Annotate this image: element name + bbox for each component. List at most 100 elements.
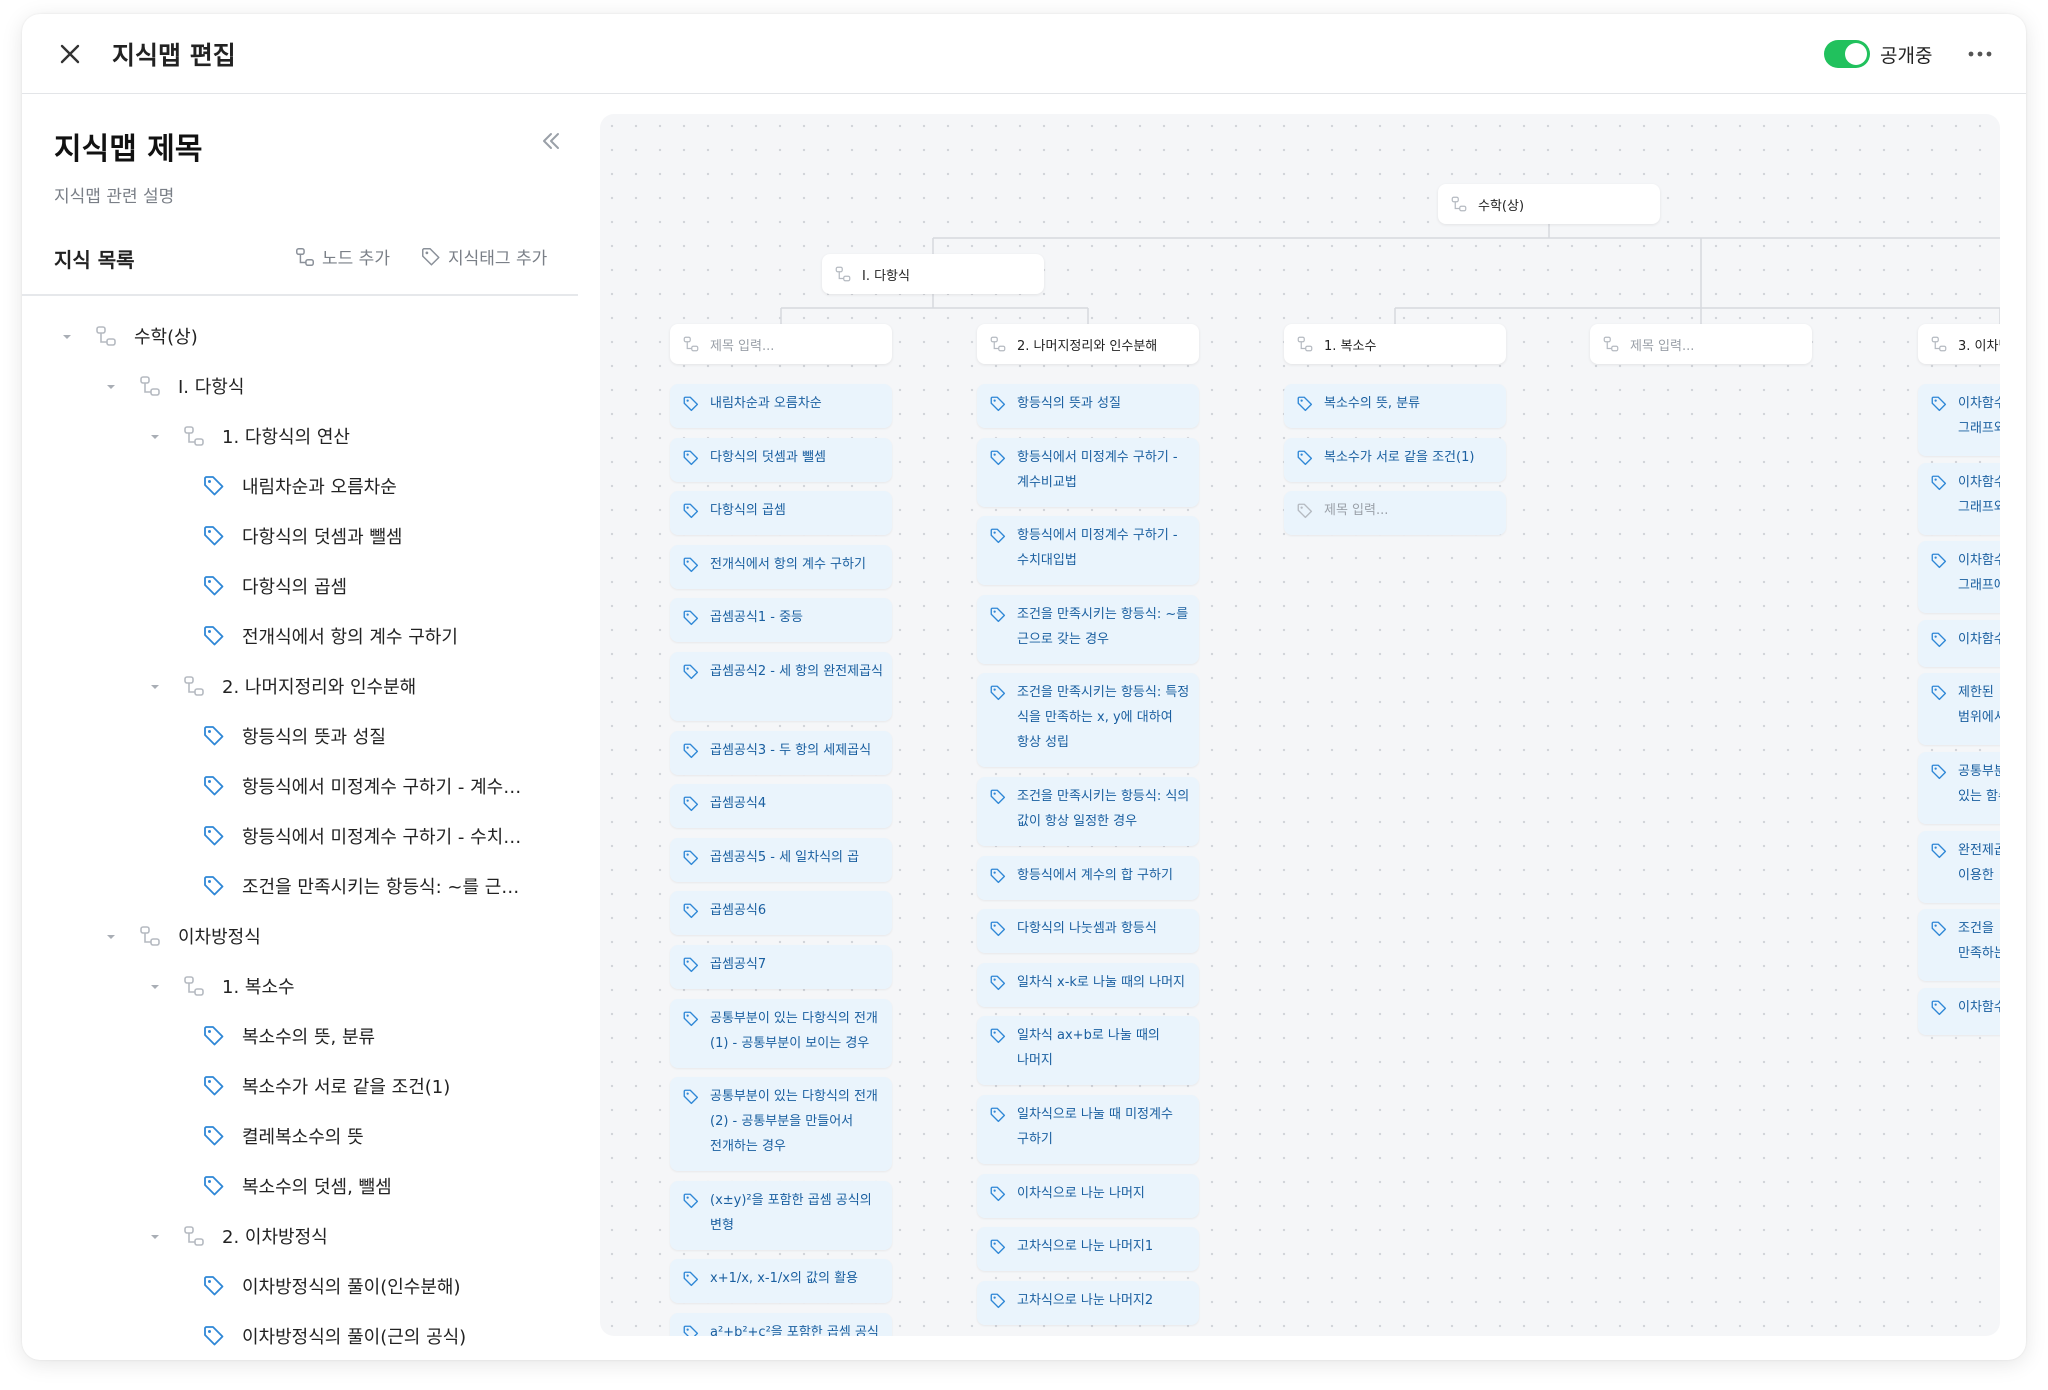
tree-tag-item[interactable]: 복소수가 서로 같을 조건(1) bbox=[22, 1066, 578, 1106]
mindmap-canvas[interactable]: 수학(상) I. 다항식제목 입력... 내림차순과 오름차순다항식의 덧셈과 뺄셈… bbox=[600, 114, 2000, 1336]
level1-node[interactable]: I. 다항식 bbox=[822, 254, 1044, 294]
knowledge-tag-chip[interactable]: 항등식에서 계수의 합 구하기 bbox=[977, 856, 1199, 900]
knowledge-tag-chip[interactable]: 제목 입력... bbox=[1284, 491, 1506, 535]
knowledge-tag-chip[interactable]: 조건을 만족시키는 항등식: 특정 식을 만족하는 x, y에 대하여 항상 성… bbox=[977, 673, 1199, 767]
map-description[interactable]: 지식맵 관련 설명 bbox=[54, 182, 174, 207]
knowledge-tag-chip[interactable]: 내림차순과 오름차순 bbox=[670, 384, 892, 428]
chevron-down-icon[interactable] bbox=[148, 429, 162, 443]
tree-node-item[interactable]: 2. 이차방정식 bbox=[22, 1216, 578, 1256]
tree-node-item[interactable]: 1. 복소수 bbox=[22, 966, 578, 1006]
chevron-down-icon[interactable] bbox=[148, 1229, 162, 1243]
tree-tag-item[interactable]: 켤레복소수의 뜻 bbox=[22, 1116, 578, 1156]
close-button[interactable] bbox=[52, 36, 88, 72]
chevron-down-icon[interactable] bbox=[148, 979, 162, 993]
chip-label: 제목 입력... bbox=[1324, 503, 1389, 518]
chevron-down-icon[interactable] bbox=[104, 929, 118, 943]
knowledge-tag-chip[interactable]: 항등식의 뜻과 성질 bbox=[977, 384, 1199, 428]
knowledge-tag-chip[interactable]: 제한된 범위에서 이차함수의 최대·최소 bbox=[1918, 673, 2000, 745]
chevron-down-icon[interactable] bbox=[104, 379, 118, 393]
more-icon bbox=[1968, 51, 1992, 57]
column-header-node[interactable]: 1. 복소수 bbox=[1284, 324, 1506, 364]
column-header-node[interactable]: 제목 입력... bbox=[1590, 324, 1812, 364]
tree-node-item[interactable]: 1. 다항식의 연산 bbox=[22, 416, 578, 456]
tree-tag-item[interactable]: 항등식에서 미정계수 구하기 - 계수… bbox=[22, 766, 578, 806]
knowledge-tag-chip[interactable]: 완전제곱식을 이용한 이차식의 최대·최소 bbox=[1918, 831, 2000, 903]
tree-node-item[interactable]: 2. 나머지정리와 인수분해 bbox=[22, 666, 578, 706]
tree-tag-item[interactable]: 항등식에서 미정계수 구하기 - 수치… bbox=[22, 816, 578, 856]
chip-label: 곱셈공식5 - 세 일차식의 곱 bbox=[710, 850, 860, 865]
chip-label: 다항식의 나눗셈과 항등식 bbox=[1017, 921, 1157, 936]
knowledge-tag-chip[interactable]: 곱셈공식3 - 두 항의 세제곱식 bbox=[670, 731, 892, 775]
knowledge-tag-chip[interactable]: 다항식의 곱셈 bbox=[670, 491, 892, 535]
page-title: 지식맵 편집 bbox=[112, 41, 236, 70]
map-title[interactable]: 지식맵 제목 bbox=[54, 124, 202, 168]
tree-tag-item[interactable]: 이차방정식의 풀이(근의 공식) bbox=[22, 1316, 578, 1356]
knowledge-tag-chip[interactable]: 곱셈공식1 - 중등 bbox=[670, 598, 892, 642]
tree-tag-item[interactable]: 전개식에서 항의 계수 구하기 bbox=[22, 616, 578, 656]
knowledge-tag-chip[interactable]: 이차함수의 그래프에 접하는 직선의 방정식 bbox=[1918, 541, 2000, 613]
more-options-button[interactable] bbox=[1962, 36, 1998, 72]
tree-tag-item[interactable]: 이차방정식의 풀이(인수분해) bbox=[22, 1266, 578, 1306]
tree-node-item[interactable]: 이차방정식 bbox=[22, 916, 578, 956]
tree-item-label: 1. 다항식의 연산 bbox=[222, 427, 350, 448]
tree-node-item[interactable]: I. 다항식 bbox=[22, 366, 578, 406]
tree-tag-item[interactable]: 복소수의 뜻, 분류 bbox=[22, 1016, 578, 1056]
knowledge-tag-chip[interactable]: 복소수가 서로 같을 조건(1) bbox=[1284, 438, 1506, 482]
knowledge-tag-chip[interactable]: 곱셈공식6 bbox=[670, 891, 892, 935]
knowledge-tag-chip[interactable]: a²+b²+c²을 포함한 곱셈 공식 bbox=[670, 1313, 892, 1336]
knowledge-tag-chip[interactable]: 조건을 만족시키는 항등식: 식의 값이 항상 일정한 경우 bbox=[977, 777, 1199, 846]
tree-item-label: 조건을 만족시키는 항등식: ~를 근… bbox=[242, 877, 520, 898]
visibility-toggle[interactable] bbox=[1824, 40, 1870, 68]
column-header-node-label: 제목 입력... bbox=[1630, 338, 1695, 354]
column-header-node[interactable]: 제목 입력... bbox=[670, 324, 892, 364]
knowledge-tag-chip[interactable]: 전개식에서 항의 계수 구하기 bbox=[670, 545, 892, 589]
knowledge-tag-chip[interactable]: 일차식 ax+b로 나눌 때의 나머지 bbox=[977, 1016, 1199, 1085]
tree-node-item[interactable]: 수학(상) bbox=[22, 316, 578, 356]
tree-tag-item[interactable]: 복소수의 덧셈, 뺄셈 bbox=[22, 1166, 578, 1206]
knowledge-tag-chip[interactable]: 고차식으로 나눈 나머지1 bbox=[977, 1227, 1199, 1271]
tree-tag-item[interactable]: 조건을 만족시키는 항등식: ~를 근… bbox=[22, 866, 578, 906]
knowledge-tag-chip[interactable]: 다항식의 나눗셈과 항등식 bbox=[977, 909, 1199, 953]
knowledge-tag-chip[interactable]: 조건을 만족하는 이차식의 최대·최소 bbox=[1918, 909, 2000, 981]
knowledge-tag-chip[interactable]: 복소수의 뜻, 분류 bbox=[1284, 384, 1506, 428]
knowledge-tag-chip[interactable]: 일차식 x-k로 나눌 때의 나머지 bbox=[977, 963, 1199, 1007]
tree-tag-item[interactable]: 다항식의 덧셈과 뺄셈 bbox=[22, 516, 578, 556]
knowledge-tag-chip[interactable]: 고차식으로 나눈 나머지2 bbox=[977, 1281, 1199, 1325]
knowledge-tag-chip[interactable]: 이차식으로 나눈 나머지 bbox=[977, 1174, 1199, 1218]
knowledge-tag-chip[interactable]: 공통부분이 있는 다항식의 전개(2) - 공통부분을 만들어서 전개하는 경우 bbox=[670, 1077, 892, 1171]
column-header-node[interactable]: 2. 나머지정리와 인수분해 bbox=[977, 324, 1199, 364]
knowledge-tag-chip[interactable]: (x±y)²을 포함한 곱셈 공식의 변형 bbox=[670, 1181, 892, 1250]
knowledge-tag-chip[interactable]: 항등식에서 미정계수 구하기 - 계수비교법 bbox=[977, 438, 1199, 507]
knowledge-tag-chip[interactable]: 이차함수의 그래프와 직선의 위치 관계 bbox=[1918, 463, 2000, 535]
chevron-down-icon[interactable] bbox=[60, 329, 74, 343]
knowledge-tag-chip[interactable]: 항등식에서 미정계수 구하기 - 수치대입법 bbox=[977, 516, 1199, 585]
knowledge-tag-chip[interactable]: 이차함수의 최대·최소 bbox=[1918, 620, 2000, 667]
chevron-down-icon[interactable] bbox=[148, 679, 162, 693]
node-icon bbox=[138, 924, 162, 948]
knowledge-tag-chip[interactable]: 공통부분이 있는 함수의 최대·최소 bbox=[1918, 752, 2000, 824]
chip-label: 항등식의 뜻과 성질 bbox=[1017, 396, 1121, 411]
add-tag-button[interactable]: 지식태그 추가 bbox=[420, 244, 547, 269]
collapse-sidebar-button[interactable] bbox=[538, 128, 564, 154]
add-node-button[interactable]: 노드 추가 bbox=[294, 244, 390, 269]
root-node-label: 수학(상) bbox=[1478, 198, 1525, 214]
knowledge-tag-chip[interactable]: 곱셈공식2 - 세 항의 완전제곱식 bbox=[670, 652, 892, 721]
knowledge-tag-chip[interactable]: 곱셈공식7 bbox=[670, 945, 892, 989]
tree-tag-item[interactable]: 항등식의 뜻과 성질 bbox=[22, 716, 578, 756]
knowledge-tag-chip[interactable]: 공통부분이 있는 다항식의 전개(1) - 공통부분이 보이는 경우 bbox=[670, 999, 892, 1068]
chip-label: 이차함수의 그래프에 접하는 직선의 방정식 bbox=[1958, 553, 2000, 593]
knowledge-tag-chip[interactable]: 이차함수의 활용 bbox=[1918, 988, 2000, 1035]
knowledge-tag-chip[interactable]: x+1/x, x-1/x의 값의 활용 bbox=[670, 1259, 892, 1303]
root-node[interactable]: 수학(상) bbox=[1438, 184, 1660, 224]
knowledge-tag-chip[interactable]: 곱셈공식5 - 세 일차식의 곱 bbox=[670, 838, 892, 882]
column-header-node[interactable]: 3. 이차방정식 bbox=[1918, 324, 2000, 364]
knowledge-tag-chip[interactable]: 조건을 만족시키는 항등식: ~를 근으로 갖는 경우 bbox=[977, 595, 1199, 664]
chip-label: 전개식에서 항의 계수 구하기 bbox=[710, 557, 866, 572]
knowledge-tag-chip[interactable]: 일차식으로 나눌 때 미정계수 구하기 bbox=[977, 1095, 1199, 1164]
knowledge-tag-chip[interactable]: 이차함수의 그래프와 x축의 교점 bbox=[1918, 384, 2000, 456]
chip-label: 완전제곱식을 이용한 이차식의 최대·최소 bbox=[1958, 843, 2000, 883]
tree-tag-item[interactable]: 내림차순과 오름차순 bbox=[22, 466, 578, 506]
tree-tag-item[interactable]: 다항식의 곱셈 bbox=[22, 566, 578, 606]
knowledge-tag-chip[interactable]: 곱셈공식4 bbox=[670, 784, 892, 828]
knowledge-tag-chip[interactable]: 다항식의 덧셈과 뺄셈 bbox=[670, 438, 892, 482]
